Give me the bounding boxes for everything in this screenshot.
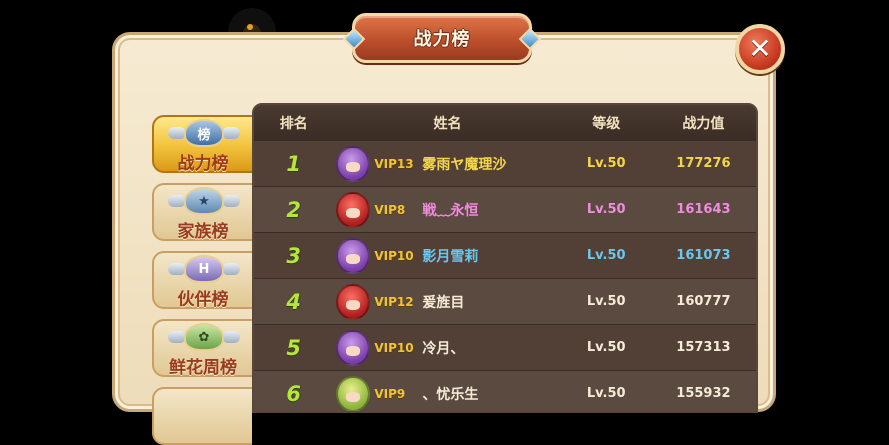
- vip-badge: VIP12: [374, 294, 414, 309]
- vip-badge: VIP8: [374, 202, 406, 217]
- vip-badge: VIP13: [374, 156, 414, 171]
- flower-badge-icon: ✿: [184, 323, 224, 351]
- player-power: 161073: [676, 248, 731, 263]
- helmet-badge-icon: H: [184, 255, 224, 283]
- tab-label: 伙伴榜: [177, 290, 229, 310]
- tab-more[interactable]: [152, 387, 252, 445]
- star-badge-icon: ★: [184, 187, 224, 215]
- header-power: 战力值: [682, 116, 725, 132]
- ranking-table: 排名 姓名 等级 战力值 1 VIP13 雾雨ヤ魔理沙 Lv.50 177276…: [252, 103, 758, 413]
- player-name: 雾雨ヤ魔理沙: [422, 156, 507, 173]
- table-row[interactable]: 4 VIP12 爰旌目 Lv.50 160777: [254, 278, 756, 324]
- rank-number: 4: [286, 289, 301, 314]
- table-row[interactable]: 2 VIP8 戦﹏永恒 Lv.50 161643: [254, 186, 756, 232]
- tab-power-ranking[interactable]: 榜 战力榜: [152, 115, 252, 174]
- player-level: Lv.50: [586, 386, 626, 401]
- wing-icon: [222, 263, 240, 275]
- window-title: 战力榜: [413, 29, 471, 50]
- close-icon: ✕: [748, 32, 772, 65]
- close-button[interactable]: ✕: [735, 24, 785, 74]
- player-power: 161643: [676, 202, 731, 217]
- header-rank: 排名: [279, 116, 308, 132]
- rank-number: 3: [286, 243, 301, 268]
- table-row[interactable]: 6 VIP9 、忧乐生 Lv.50 155932: [254, 370, 756, 411]
- player-level: Lv.50: [586, 156, 626, 171]
- rank-number: 1: [286, 151, 301, 176]
- avatar: [336, 375, 371, 411]
- tab-label: 鲜花周榜: [169, 358, 237, 378]
- avatar: [336, 145, 371, 182]
- tab-partner-ranking[interactable]: H 伙伴榜: [152, 251, 252, 310]
- rank-number: 5: [286, 335, 301, 360]
- tab-flower-weekly-ranking[interactable]: ✿ 鲜花周榜: [152, 319, 252, 378]
- title-plaque: 战力榜: [342, 13, 542, 63]
- table-row[interactable]: 3 VIP10 影月雪莉 Lv.50 161073: [254, 232, 756, 278]
- table-header: 排名 姓名 等级 战力值: [254, 105, 756, 141]
- vip-badge: VIP10: [374, 248, 414, 263]
- avatar: [336, 283, 371, 320]
- player-power: 160777: [676, 294, 731, 309]
- player-level: Lv.50: [586, 340, 626, 355]
- rank-number: 2: [286, 197, 301, 222]
- player-name: 戦﹏永恒: [422, 202, 479, 219]
- avatar: [336, 329, 371, 366]
- player-level: Lv.50: [586, 202, 626, 217]
- avatar: [336, 237, 371, 274]
- table-row[interactable]: 1 VIP13 雾雨ヤ魔理沙 Lv.50 177276: [254, 141, 756, 186]
- table-row[interactable]: 5 VIP10 冷月、 Lv.50 157313: [254, 324, 756, 370]
- wing-icon: [222, 127, 240, 139]
- rank-number: 6: [286, 381, 301, 406]
- player-name: 影月雪莉: [422, 248, 479, 265]
- header-name: 姓名: [433, 116, 462, 132]
- player-power: 177276: [676, 156, 731, 171]
- ranking-badge-icon: 榜: [184, 119, 224, 147]
- tab-label: 家族榜: [177, 222, 229, 242]
- vip-badge: VIP9: [374, 386, 406, 401]
- vip-badge: VIP10: [374, 340, 414, 355]
- player-level: Lv.50: [586, 294, 626, 309]
- player-level: Lv.50: [586, 248, 626, 263]
- player-power: 157313: [676, 340, 731, 355]
- player-name: 冷月、: [422, 340, 465, 357]
- wing-icon: [222, 195, 240, 207]
- header-level: 等级: [592, 116, 621, 132]
- tab-family-ranking[interactable]: ★ 家族榜: [152, 183, 252, 242]
- avatar: [336, 191, 371, 228]
- player-power: 155932: [676, 386, 731, 401]
- wing-icon: [222, 331, 240, 343]
- player-name: 爰旌目: [422, 294, 465, 311]
- tab-label: 战力榜: [177, 154, 229, 174]
- player-name: 、忧乐生: [422, 386, 479, 403]
